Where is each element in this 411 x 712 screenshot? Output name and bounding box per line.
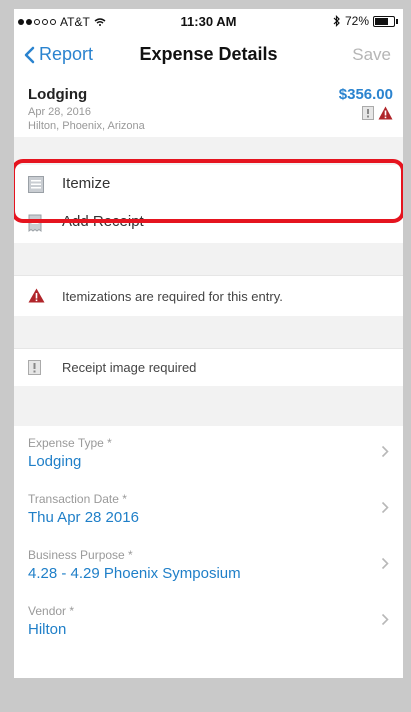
phone-screen: AT&T 11:30 AM 72% Report Expense Details… [14, 9, 403, 678]
field-label: Expense Type * [28, 436, 112, 450]
battery-icon [373, 15, 398, 27]
battery-percent: 72% [344, 14, 369, 28]
field-business-purpose[interactable]: Business Purpose * 4.28 - 4.29 Phoenix S… [14, 538, 403, 595]
navigation-bar: Report Expense Details Save [14, 35, 403, 80]
chevron-right-icon [381, 557, 389, 570]
itemization-alert-row: Itemizations are required for this entry… [14, 275, 403, 317]
expense-amount: $356.00 [338, 86, 393, 103]
expense-type-title: Lodging [28, 86, 88, 103]
itemize-highlight-box [14, 159, 403, 223]
section-gap [14, 243, 403, 275]
expense-summary: Lodging Apr 28, 2016 Hilton, Phoenix, Ar… [14, 79, 403, 137]
field-value: 4.28 - 4.29 Phoenix Symposium [28, 565, 241, 582]
expense-date: Apr 28, 2016 [28, 106, 91, 118]
status-bar: AT&T 11:30 AM 72% [14, 9, 403, 35]
receipt-alert-row: Receipt image required [14, 348, 403, 388]
warning-icon [378, 106, 393, 120]
screenshot-frame: AT&T 11:30 AM 72% Report Expense Details… [0, 0, 411, 712]
field-label: Business Purpose * [28, 548, 133, 562]
field-value: Thu Apr 28 2016 [28, 509, 139, 526]
receipt-alert-text: Receipt image required [62, 360, 197, 375]
field-partial-next [14, 650, 403, 678]
field-label: Vendor * [28, 604, 75, 618]
receipt-missing-icon [362, 106, 374, 120]
bluetooth-icon [333, 15, 340, 27]
field-value: Hilton [28, 621, 67, 638]
section-gap [14, 316, 403, 348]
warning-icon [28, 288, 45, 303]
field-vendor[interactable]: Vendor * Hilton [14, 594, 403, 651]
field-expense-type[interactable]: Expense Type * Lodging [14, 426, 403, 483]
itemization-alert-text: Itemizations are required for this entry… [62, 289, 283, 304]
save-button[interactable]: Save [352, 45, 391, 65]
chevron-right-icon [381, 445, 389, 458]
chevron-right-icon [381, 613, 389, 626]
page-title: Expense Details [139, 44, 278, 64]
field-label: Transaction Date * [28, 492, 127, 506]
summary-status-icons [362, 106, 393, 120]
expense-location: Hilton, Phoenix, Arizona [28, 120, 145, 132]
field-transaction-date[interactable]: Transaction Date * Thu Apr 28 2016 [14, 482, 403, 539]
section-gap [14, 386, 403, 426]
chevron-right-icon [381, 501, 389, 514]
field-value: Lodging [28, 453, 82, 470]
status-right: 72% [333, 14, 398, 28]
receipt-missing-icon [28, 360, 41, 375]
